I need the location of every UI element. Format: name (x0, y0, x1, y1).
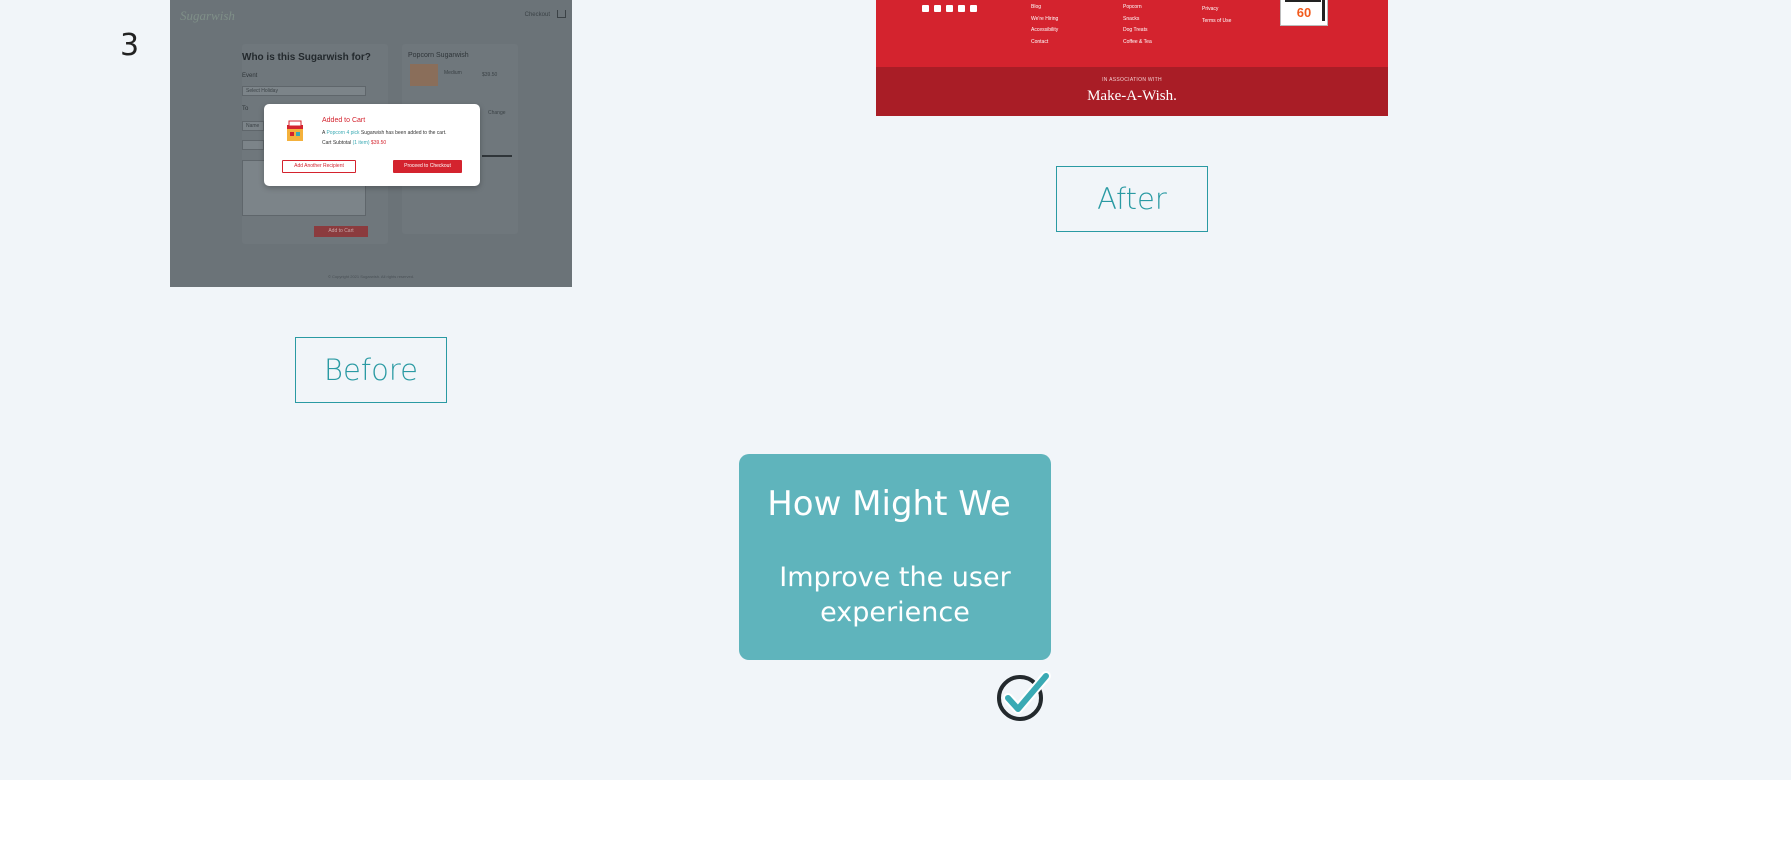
after-label: After (1056, 166, 1208, 232)
popcorn-box-icon (287, 120, 303, 141)
added-to-cart-modal: Added to Cart A Popcorn 4 pick Sugarwish… (264, 104, 480, 186)
product-link: Popcorn 4 pick (326, 130, 360, 136)
before-label: Before (295, 337, 447, 403)
summary-change-link: Change (488, 110, 506, 116)
hmw-title: How Might We (767, 484, 1011, 524)
footer-links-legal: Privacy Terms of Use (1202, 6, 1232, 24)
calendar-field (242, 140, 264, 150)
check-circle-icon (997, 671, 1051, 721)
cart-icon (557, 10, 566, 18)
badge-title-bar (1285, 0, 1321, 2)
summary-chart (482, 143, 512, 157)
pinterest-icon (958, 5, 965, 12)
social-icons (922, 5, 977, 12)
event-select: Select Holiday (242, 86, 366, 96)
association-text: IN ASSOCIATION WITH (1102, 77, 1162, 83)
checkout-nav-link: Checkout (524, 12, 550, 18)
footer-copyright: © Copyright 2021 Sugarwish. All rights r… (327, 274, 415, 279)
footer-links-products: Popcorn Snacks Dog Treats Coffee & Tea (1123, 4, 1152, 45)
badge-number: 60 (1296, 5, 1312, 20)
sugarwish-logo: Sugarwish (180, 8, 235, 23)
to-label: To (242, 106, 249, 112)
instagram-icon (934, 5, 941, 12)
hmw-statement: Improve the user experience (779, 562, 1011, 628)
step-number: 3 (120, 28, 140, 63)
summary-title: Popcorn Sugarwish (408, 52, 469, 59)
linkedin-icon (970, 5, 977, 12)
twitter-icon (946, 5, 953, 12)
summary-size: Medium (444, 70, 462, 76)
summary-price: $39.50 (482, 72, 498, 78)
footer-links-company: Blog We're Hiring Accessibility Contact (1031, 4, 1059, 45)
how-might-we-card: How Might We Improve the user experience (739, 454, 1051, 660)
proceed-to-checkout-button: Proceed to Checkout (393, 160, 462, 173)
add-to-cart-button: Add to Cart (314, 226, 368, 237)
case-study-canvas: 3 Sugarwish Checkout Who is this Sugarwi… (0, 0, 1791, 780)
facebook-icon (922, 5, 929, 12)
add-another-recipient-button: Add Another Recipient (282, 160, 356, 173)
modal-title: Added to Cart (322, 117, 366, 124)
before-screenshot: Sugarwish Checkout Who is this Sugarwish… (170, 0, 572, 287)
to-field: Name (242, 121, 264, 131)
modal-message: A Popcorn 4 pick Sugarwish has been adde… (322, 130, 447, 136)
form-title: Who is this Sugarwish for? (242, 52, 371, 63)
award-badge: 60 (1280, 0, 1328, 26)
popcorn-thumbnail (410, 64, 438, 86)
cart-subtotal: Cart Subtotal (1 item) $39.50 (322, 140, 387, 146)
after-screenshot: Blog We're Hiring Accessibility Contact … (876, 0, 1388, 116)
event-label: Event (242, 73, 258, 79)
make-a-wish-logo: Make-A-Wish. (1087, 88, 1177, 104)
